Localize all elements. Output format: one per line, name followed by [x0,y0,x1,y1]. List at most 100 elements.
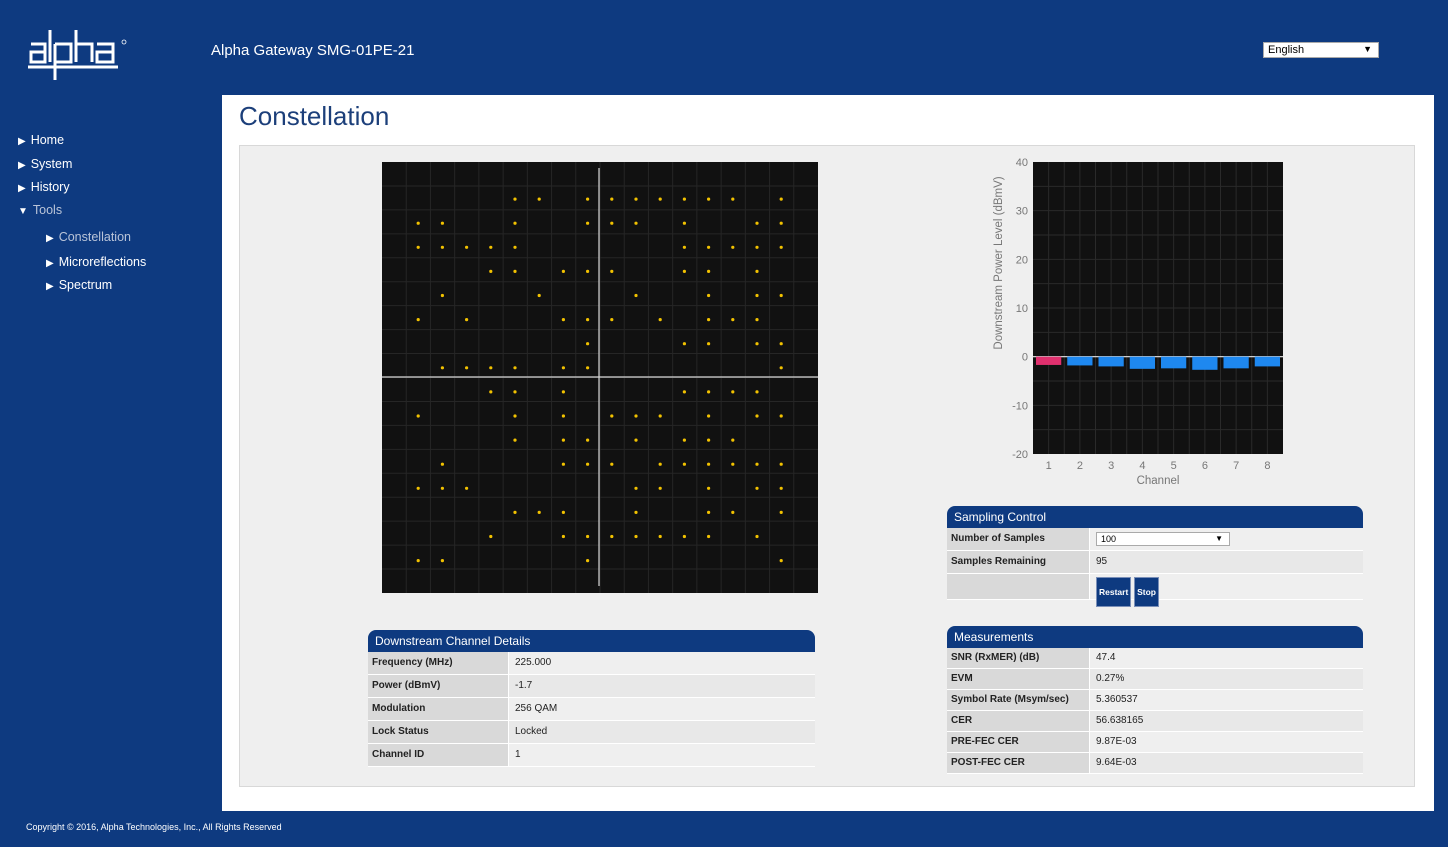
y-tick-label: 20 [1016,254,1028,266]
row-label: Modulation [368,698,509,720]
constellation-point [634,221,638,225]
constellation-point [755,342,759,346]
x-tick-label: 5 [1171,460,1177,472]
page-title: Constellation [239,101,390,131]
constellation-point [707,414,711,418]
constellation-point [586,559,590,563]
constellation-point [755,245,759,249]
header: Alpha Gateway SMG-01PE-21 English ▼ [0,0,1448,95]
row-label: Power (dBmV) [368,675,509,697]
bar [1129,356,1155,369]
constellation-point [440,559,444,563]
row-value: 9.64E-03 [1090,753,1363,773]
number-of-samples-value: 100 [1101,534,1117,544]
constellation-point [586,534,590,539]
sidebar-item-history[interactable]: ▶ History [18,180,70,194]
constellation-point [489,366,493,370]
constellation-point [682,197,686,201]
constellation-point [707,342,711,346]
x-tick-label: 1 [1046,460,1052,472]
constellation-point [440,486,444,490]
sidebar-item-spectrum[interactable]: ▶ Spectrum [46,278,112,292]
sidebar-item-home[interactable]: ▶ Home [18,133,64,147]
number-of-samples-label: Number of Samples [947,528,1090,550]
constellation-point [779,245,783,249]
constellation-point [537,510,541,514]
constellation-point [755,534,759,539]
table-row: Channel ID 1 [368,744,815,767]
constellation-point [707,318,711,322]
constellation-point [610,534,614,539]
constellation-point [416,559,420,563]
constellation-point [658,462,662,466]
constellation-point [779,559,783,563]
constellation-point [561,510,565,514]
constellation-point [779,293,783,298]
constellation-point [489,269,493,273]
constellation-point [779,486,783,490]
row-value: 225.000 [509,652,815,674]
constellation-point [755,293,759,298]
table-row: EVM 0.27% [947,669,1363,690]
constellation-point [561,534,565,539]
number-of-samples-select[interactable]: 100 ▼ [1096,532,1230,546]
constellation-point [465,366,469,370]
constellation-point [682,438,686,442]
constellation-plot [382,162,818,593]
constellation-point [489,390,493,394]
language-select[interactable]: English ▼ [1263,42,1379,58]
table-cell: Restart Stop [1090,574,1363,607]
constellation-point [610,221,614,225]
constellation-point [537,197,541,201]
samples-remaining-value: 95 [1090,551,1363,573]
constellation-point [561,269,565,273]
sidebar-item-constellation[interactable]: ▶ Constellation [46,230,131,244]
constellation-point [658,197,662,201]
table-header: Downstream Channel Details [368,630,815,652]
table-row: PRE-FEC CER 9.87E-03 [947,732,1363,753]
x-tick-label: 6 [1202,460,1208,472]
row-value: 56.638165 [1090,711,1363,731]
constellation-point [731,197,735,201]
constellation-point [634,510,638,514]
row-value: -1.7 [509,675,815,697]
constellation-point [779,221,783,225]
constellation-point [440,366,444,370]
constellation-point [513,366,517,370]
triangle-right-icon: ▶ [18,136,26,147]
constellation-point [755,462,759,466]
constellation-point [682,390,686,394]
constellation-point [561,318,565,322]
constellation-point [440,245,444,249]
constellation-point [416,318,420,322]
triangle-right-icon: ▶ [18,160,26,171]
constellation-point [682,269,686,273]
constellation-point [416,221,420,225]
footer-copyright: Copyright © 2016, Alpha Technologies, In… [26,822,282,832]
row-label: POST-FEC CER [947,753,1090,773]
sidebar-item-microreflections[interactable]: ▶ Microreflections [46,255,146,269]
restart-button[interactable]: Restart [1096,577,1132,607]
constellation-point [707,269,711,273]
constellation-point [586,366,590,370]
bar [1036,356,1062,365]
sidebar-item-system[interactable]: ▶ System [18,157,72,171]
row-value: 9.87E-03 [1090,732,1363,752]
y-tick-label: -10 [1012,400,1028,412]
row-label: Frequency (MHz) [368,652,509,674]
bar [1254,356,1280,367]
stop-button[interactable]: Stop [1134,577,1159,607]
row-label: PRE-FEC CER [947,732,1090,752]
constellation-point [634,438,638,442]
samples-remaining-label: Samples Remaining [947,551,1090,573]
constellation-point [610,269,614,273]
constellation-point [561,366,565,370]
constellation-point [755,221,759,225]
constellation-point [682,342,686,346]
constellation-point [610,197,614,201]
constellation-point [755,269,759,273]
triangle-right-icon: ▶ [46,258,54,269]
sidebar-item-tools[interactable]: ▼ Tools [18,203,62,217]
table-row: Restart Stop [947,574,1363,607]
chevron-down-icon: ▼ [1363,44,1372,54]
